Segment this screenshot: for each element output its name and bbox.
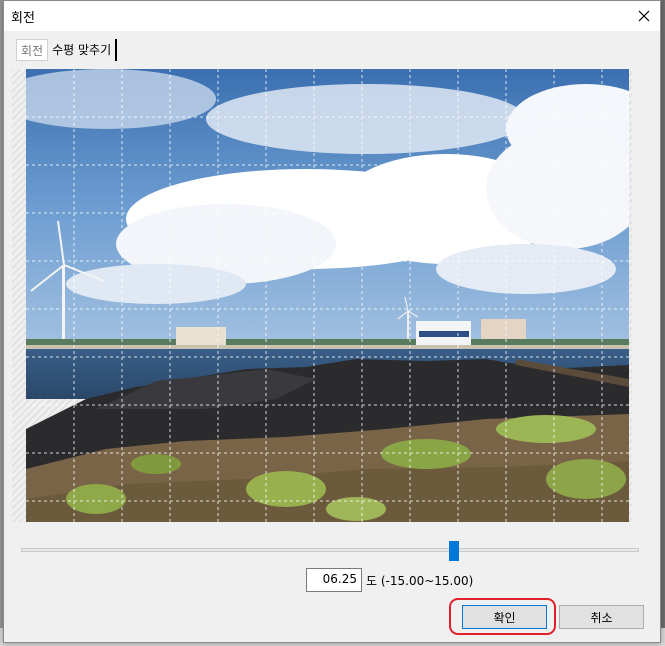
cancel-button[interactable]: 취소 <box>559 605 644 629</box>
tab-level[interactable]: 수평 맞추기 <box>48 39 118 61</box>
close-icon[interactable] <box>632 4 656 28</box>
photo-preview[interactable] <box>26 69 629 522</box>
rotation-slider-thumb[interactable] <box>449 541 459 561</box>
rotation-range-label: 도 (-15.00~15.00) <box>366 574 474 588</box>
dialog-title: 회전 <box>11 11 35 26</box>
tab-bar: 회전 수평 맞추기 <box>16 39 118 63</box>
rotation-degree-input[interactable]: 06.25 <box>306 568 362 592</box>
title-bar: 회전 <box>4 1 660 31</box>
rotation-slider-track[interactable] <box>21 548 639 552</box>
tab-rotate[interactable]: 회전 <box>16 39 49 61</box>
ok-button[interactable]: 확인 <box>462 605 547 629</box>
